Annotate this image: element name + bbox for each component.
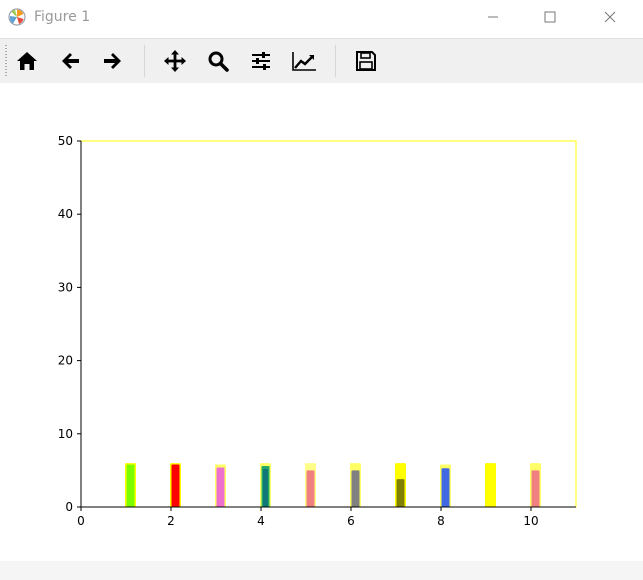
- subplots-button[interactable]: [245, 45, 277, 77]
- y-tick-label: 30: [58, 280, 73, 294]
- status-bar: [0, 561, 643, 580]
- arrow-left-icon: [62, 53, 79, 69]
- figure-canvas[interactable]: 0 10 20 30 40 50 0 2 4 6 8 10: [0, 83, 643, 561]
- bar-chart: 0 10 20 30 40 50 0 2 4 6 8 10: [58, 134, 577, 528]
- x-tick-label: 4: [257, 514, 265, 528]
- forward-button[interactable]: [97, 45, 129, 77]
- minimize-icon: [488, 16, 498, 18]
- x-tick-label: 10: [523, 514, 538, 528]
- bar: [485, 463, 496, 507]
- pan-button[interactable]: [159, 45, 191, 77]
- x-tick-label: 2: [167, 514, 175, 528]
- maximize-button[interactable]: [527, 0, 573, 34]
- x-tick-label: 0: [77, 514, 85, 528]
- navigation-toolbar: [0, 38, 643, 84]
- matplotlib-logo-icon: [8, 8, 26, 26]
- y-tick-label: 50: [58, 134, 73, 148]
- home-icon: [17, 52, 37, 70]
- x-tick-label: 6: [347, 514, 355, 528]
- bar: [306, 470, 315, 507]
- bar: [531, 470, 540, 507]
- save-button[interactable]: [350, 45, 382, 77]
- y-tick-label: 10: [58, 427, 73, 441]
- bar: [216, 467, 225, 507]
- move-icon: [164, 50, 186, 72]
- arrow-right-icon: [104, 53, 121, 69]
- title-bar: Figure 1: [0, 0, 643, 34]
- minimize-button[interactable]: [470, 0, 516, 34]
- y-tick-label: 40: [58, 207, 73, 221]
- home-button[interactable]: [11, 45, 43, 77]
- bar: [351, 470, 360, 507]
- line-chart-icon: [292, 52, 316, 71]
- bar: [441, 468, 450, 507]
- toolbar-separator: [335, 45, 336, 77]
- bar: [263, 468, 268, 507]
- y-tick-label: 20: [58, 354, 73, 368]
- y-tick-label: 0: [65, 500, 73, 514]
- back-button[interactable]: [54, 45, 86, 77]
- bar: [396, 479, 405, 507]
- toolbar-grip[interactable]: [5, 45, 7, 77]
- x-tick-label: 8: [437, 514, 445, 528]
- window-title: Figure 1: [34, 9, 91, 25]
- close-button[interactable]: [587, 0, 633, 34]
- toolbar-separator: [144, 45, 145, 77]
- plot-area: [81, 141, 576, 507]
- maximize-icon: [544, 11, 556, 23]
- floppy-disk-icon: [356, 51, 376, 71]
- sliders-icon: [252, 52, 270, 70]
- edit-axes-button[interactable]: [288, 45, 320, 77]
- zoom-button[interactable]: [202, 45, 234, 77]
- search-icon: [208, 51, 229, 72]
- bar: [126, 464, 135, 507]
- close-icon: [604, 11, 616, 23]
- bar: [171, 464, 180, 507]
